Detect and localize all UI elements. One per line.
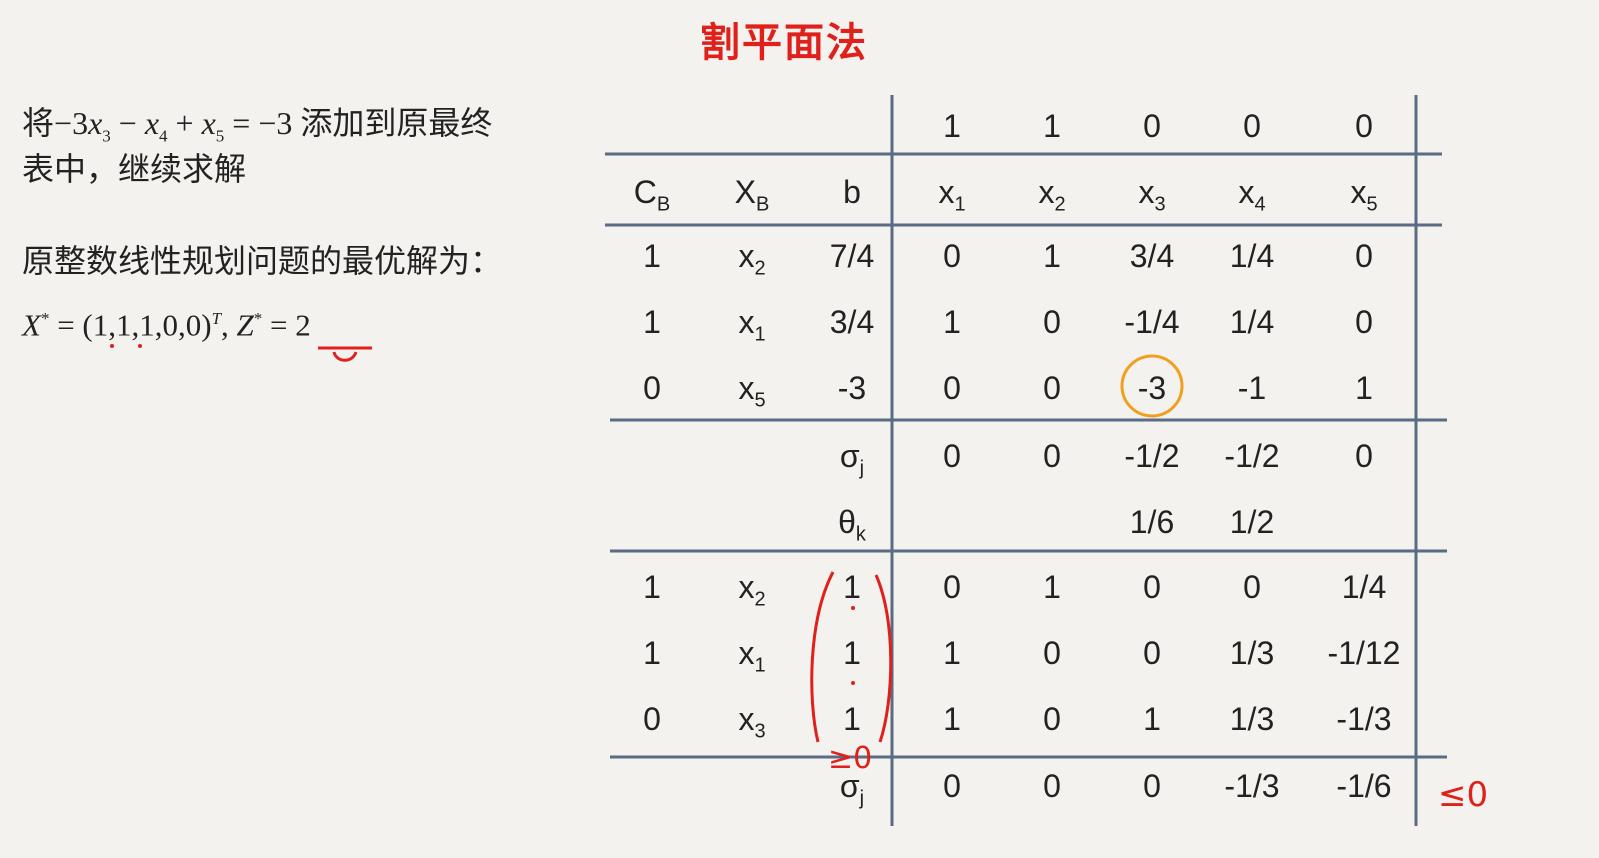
tableau-cell: 1/3 [1229,701,1275,737]
basis-variable: x2 [738,569,766,611]
theta-label: θk [838,504,866,546]
instruction-suffix: 添加到原最终 [300,104,493,142]
basis-variable: x1 [738,635,766,677]
column-header: x3 [1138,174,1166,216]
basis-variable: x1 [738,304,766,346]
tableau-cell: 1 [943,701,961,737]
dot-mark [851,681,855,685]
theta-value: 1/2 [1229,504,1275,540]
tableau-cell: 0 [1143,569,1161,605]
tableau-cell: 0 [943,370,961,406]
solution-label: 原整数线性规划问题的最优解为： [22,242,503,280]
b-value: 3/4 [829,304,875,340]
tableau-cell: 1 [1143,701,1161,737]
cj-value: 1 [943,108,961,144]
constraint-equation: −3x3 − x4 + x5 = −3 [54,105,301,146]
instruction-prefix: 将 [22,104,55,142]
sigma-value: 0 [943,768,961,804]
basis-variable: x5 [738,370,766,412]
tableau-cell: 0 [1143,635,1161,671]
b-value: 1 [843,701,861,737]
sigma-value: 0 [943,438,961,474]
tableau-cell: 0 [943,238,961,274]
sigma-label: σj [839,768,865,810]
cj-value: 0 [1355,108,1373,144]
instruction-line-2: 表中，继续求解 [22,150,247,188]
cj-value: 0 [1143,108,1161,144]
column-header: XB [734,174,770,216]
cb-value: 1 [643,238,661,274]
basis-variable: x3 [738,701,766,743]
tableau-cell: 1/4 [1229,238,1275,274]
column-header: x2 [1038,174,1066,216]
sigma-nonpos-mark: ≤0 [1438,775,1488,815]
cb-value: 0 [643,370,661,406]
optimal-solution: X* = (1,1,1,0,0)T, Z* = 2 [22,307,311,343]
sigma-value: 0 [1143,768,1161,804]
b-value: 7/4 [829,238,875,274]
tableau-cell: 0 [1043,635,1061,671]
tableau-cell: 0 [1043,370,1061,406]
dot-mark [110,344,114,348]
tableau-cell: 1/4 [1229,304,1275,340]
column-header: b [843,174,861,210]
tableau-cell: -1/3 [1336,701,1392,737]
cj-value: 0 [1243,108,1261,144]
tableau-cell: 1 [1043,569,1061,605]
tableau-cell: 0 [1243,569,1261,605]
instruction-line-1: 将−3x3 − x4 + x5 = −3 添加到原最终 [22,104,492,155]
cj-value: 1 [1043,108,1061,144]
tableau-cell: 3/4 [1129,238,1175,274]
column-header: CB [633,174,671,216]
underline-curl [332,351,358,362]
page-title: 割平面法 [700,19,868,66]
cb-value: 1 [643,304,661,340]
tableau-cell: -3 [1137,370,1167,406]
tableau-cell: 1 [943,635,961,671]
tableau-cell: -1/12 [1327,635,1401,671]
sigma-value: -1/2 [1124,438,1180,474]
tableau-cell: -1/4 [1124,304,1180,340]
tableau-cell: 1 [1043,238,1061,274]
column-header: x1 [938,174,966,216]
tableau-cell: 0 [943,569,961,605]
tableau-cell: 1/3 [1229,635,1275,671]
dot-mark [138,344,142,348]
cb-value: 1 [643,635,661,671]
column-header: x5 [1350,174,1378,216]
sigma-value: 0 [1043,438,1061,474]
tableau-cell: 0 [1355,238,1373,274]
column-header: x4 [1238,174,1266,216]
tableau-cell: 1/4 [1341,569,1387,605]
tableau-cell: 0 [1043,304,1061,340]
cb-value: 0 [643,701,661,737]
sigma-value: -1/2 [1224,438,1280,474]
sigma-value: 0 [1355,438,1373,474]
cb-value: 1 [643,569,661,605]
sigma-value: -1/3 [1224,768,1280,804]
b-value: -3 [837,370,867,406]
basis-variable: x2 [738,238,766,280]
tableau-cell: -1 [1237,370,1267,406]
tableau-cell: 0 [1355,304,1373,340]
b-value: 1 [843,569,861,605]
b-value: 1 [843,635,861,671]
sigma-label: σj [839,438,865,480]
theta-value: 1/6 [1129,504,1175,540]
sigma-value: 0 [1043,768,1061,804]
sigma-value: -1/6 [1336,768,1392,804]
tableau-cell: 0 [1043,701,1061,737]
tableau-cell: 1 [943,304,961,340]
tableau-cell: 1 [1355,370,1373,406]
